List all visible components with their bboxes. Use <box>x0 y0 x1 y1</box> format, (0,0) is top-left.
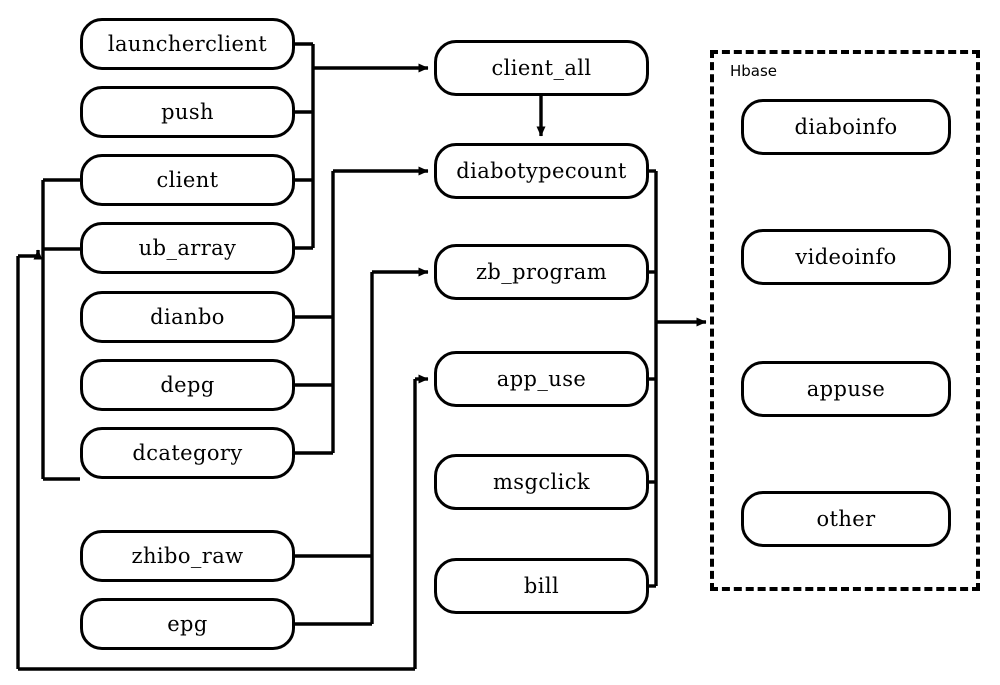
node-depg[interactable]: depg <box>80 359 295 411</box>
wire-left-feedback-loop <box>41 178 80 481</box>
node-ub-array[interactable]: ub_array <box>80 222 295 274</box>
node-appuse[interactable]: appuse <box>741 361 951 417</box>
node-label: bill <box>523 573 560 598</box>
node-app-use[interactable]: app_use <box>434 351 649 407</box>
node-msgclick[interactable]: msgclick <box>434 454 649 510</box>
diagram-canvas: Hbase launcherclient push client ub_arra… <box>0 0 1000 685</box>
node-diabotypecount[interactable]: diabotypecount <box>434 143 649 199</box>
node-label: epg <box>167 611 208 636</box>
node-client[interactable]: client <box>80 154 295 206</box>
node-label: diaboinfo <box>794 114 898 139</box>
node-epg[interactable]: epg <box>80 598 295 650</box>
node-zhibo-raw[interactable]: zhibo_raw <box>80 530 295 582</box>
wire-jobs-to-hbase <box>649 169 707 588</box>
node-dianbo[interactable]: dianbo <box>80 291 295 343</box>
node-label: push <box>161 99 214 124</box>
node-label: videoinfo <box>795 244 897 269</box>
node-diaboinfo[interactable]: diaboinfo <box>741 99 951 155</box>
node-label: other <box>816 506 876 531</box>
node-launcherclient[interactable]: launcherclient <box>80 18 295 70</box>
node-label: zb_program <box>475 259 608 284</box>
node-label: zhibo_raw <box>131 543 244 568</box>
node-zb-program[interactable]: zb_program <box>434 244 649 300</box>
node-label: client_all <box>491 55 592 80</box>
node-label: dianbo <box>150 304 225 329</box>
wire-sources-to-diabotypecount <box>295 166 429 455</box>
node-label: depg <box>160 372 215 397</box>
node-label: launcherclient <box>107 31 268 56</box>
node-label: dcategory <box>132 440 243 465</box>
node-client-all[interactable]: client_all <box>434 40 649 96</box>
node-other[interactable]: other <box>741 491 951 547</box>
wire-sources-to-zb-program <box>295 267 429 626</box>
node-label: diabotypecount <box>456 158 627 183</box>
node-push[interactable]: push <box>80 86 295 138</box>
node-label: app_use <box>496 366 587 391</box>
node-label: msgclick <box>492 469 590 494</box>
wire-sources-to-client-all <box>295 42 429 250</box>
node-label: ub_array <box>138 235 237 260</box>
node-bill[interactable]: bill <box>434 558 649 614</box>
node-label: appuse <box>806 376 886 401</box>
node-dcategory[interactable]: dcategory <box>80 427 295 479</box>
node-videoinfo[interactable]: videoinfo <box>741 229 951 285</box>
hbase-group-title: Hbase <box>730 62 778 80</box>
node-label: client <box>156 167 219 192</box>
